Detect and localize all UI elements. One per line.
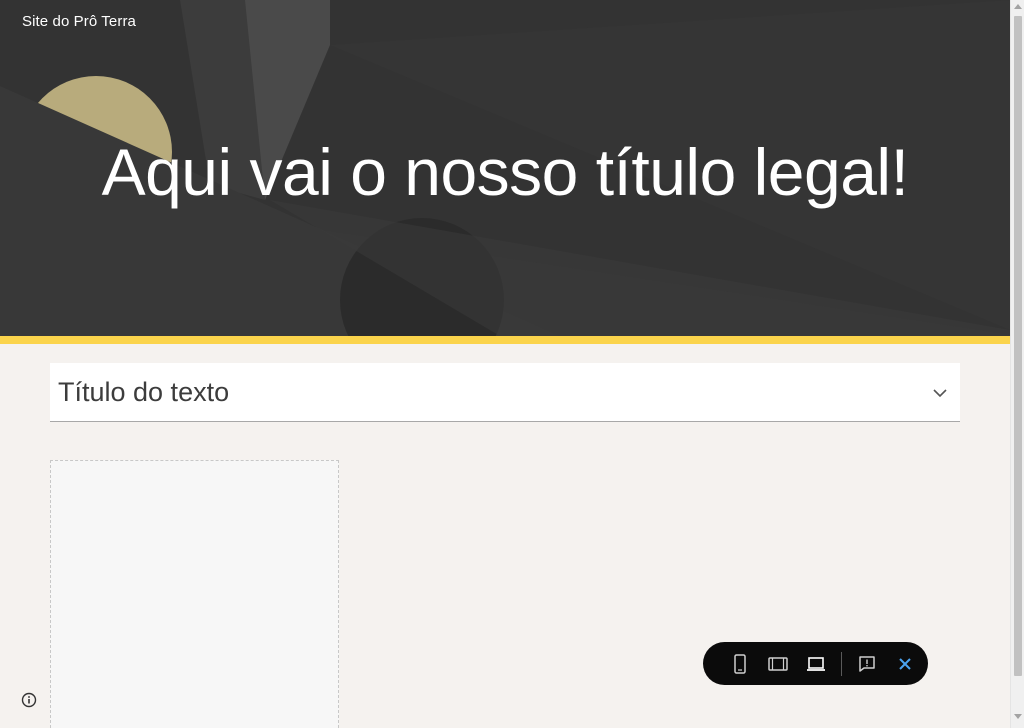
vertical-scrollbar[interactable] bbox=[1010, 0, 1024, 728]
chevron-down-icon bbox=[933, 389, 947, 398]
preview-toolbar bbox=[703, 642, 928, 685]
laptop-icon bbox=[807, 656, 825, 671]
hero-banner: Site do Prô Terra Aqui vai o nosso títul… bbox=[0, 0, 1010, 336]
close-icon bbox=[899, 657, 911, 670]
close-preview-button[interactable] bbox=[886, 642, 924, 685]
tablet-icon bbox=[768, 656, 788, 671]
info-icon[interactable] bbox=[21, 692, 37, 708]
collapsible-title: Título do texto bbox=[58, 377, 230, 407]
feedback-button[interactable] bbox=[848, 642, 886, 685]
site-name[interactable]: Site do Prô Terra bbox=[22, 13, 136, 30]
image-placeholder bbox=[50, 460, 339, 728]
scroll-down-arrow-icon[interactable] bbox=[1014, 714, 1022, 719]
phone-view-button[interactable] bbox=[721, 642, 759, 685]
toolbar-divider bbox=[841, 651, 842, 676]
scroll-thumb[interactable] bbox=[1014, 16, 1022, 676]
accent-bar bbox=[0, 336, 1010, 344]
collapsible-text-header[interactable]: Título do texto bbox=[50, 363, 960, 422]
feedback-icon bbox=[859, 655, 875, 672]
scroll-up-arrow-icon[interactable] bbox=[1014, 4, 1022, 9]
tablet-view-button[interactable] bbox=[759, 642, 797, 685]
hero-title: Aqui vai o nosso título legal! bbox=[101, 135, 909, 209]
phone-icon bbox=[734, 653, 746, 674]
laptop-view-button[interactable] bbox=[797, 642, 835, 685]
